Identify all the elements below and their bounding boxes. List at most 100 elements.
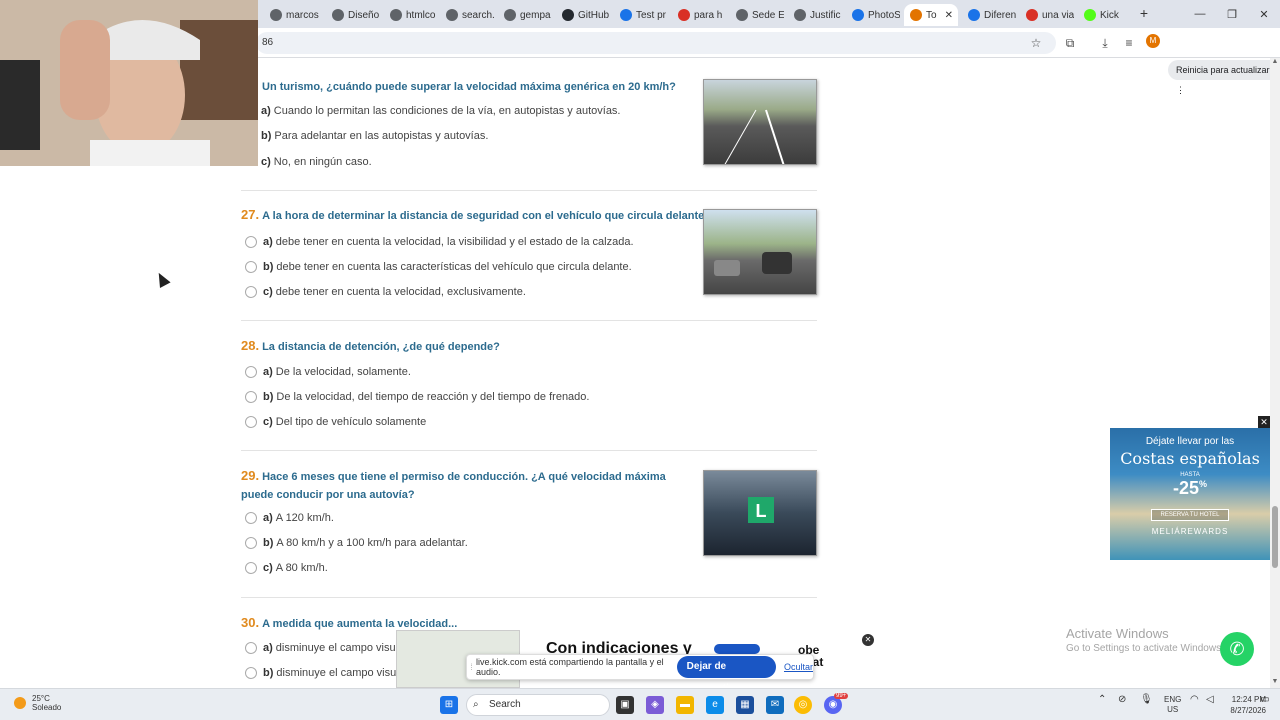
radio-button[interactable]: [245, 236, 257, 248]
whatsapp-icon[interactable]: ✆: [1220, 632, 1254, 666]
radio-button[interactable]: [245, 642, 257, 654]
notifications-icon[interactable]: ▭: [1260, 695, 1269, 705]
file-explorer-icon[interactable]: ▬: [676, 696, 694, 714]
option-letter: c): [263, 416, 273, 428]
radio-button[interactable]: [245, 667, 257, 679]
radio-button[interactable]: [245, 537, 257, 549]
browser-tab[interactable]: Sede El: [730, 4, 784, 26]
answer-option[interactable]: b) De la velocidad, del tiempo de reacció…: [241, 391, 589, 403]
banner-ad-button[interactable]: [714, 644, 760, 654]
side-ad[interactable]: Déjate llevar por las Costas españolas H…: [1110, 428, 1270, 560]
radio-button[interactable]: [245, 562, 257, 574]
mail-icon[interactable]: ✉: [766, 696, 784, 714]
question-text: Hace 6 meses que tiene el permiso de con…: [241, 471, 666, 501]
browser-tab[interactable]: search.: [440, 4, 494, 26]
chrome-icon[interactable]: ◎: [794, 696, 812, 714]
stop-sharing-button[interactable]: Dejar de compartir: [676, 656, 776, 694]
radio-button[interactable]: [245, 391, 257, 403]
option-letter: b): [263, 261, 274, 273]
answer-option[interactable]: a) debe tener en cuenta la velocidad, la …: [241, 236, 634, 248]
answer-option[interactable]: a) A 120 km/h.: [241, 512, 334, 524]
tray-expand-icon[interactable]: ⌃: [1098, 695, 1106, 705]
task-view-icon[interactable]: ▣: [616, 696, 634, 714]
answer-option[interactable]: a) De la velocidad, solamente.: [241, 366, 411, 378]
ad-close-icon[interactable]: ✕: [1258, 416, 1270, 428]
tab-favicon-icon: [910, 9, 922, 21]
scrollbar-thumb[interactable]: [1272, 506, 1278, 568]
maximize-button[interactable]: ❐: [1216, 0, 1248, 28]
answer-option[interactable]: c) A 80 km/h.: [241, 562, 328, 574]
edge-icon[interactable]: e: [706, 696, 724, 714]
answer-option[interactable]: b) debe tener en cuenta las característic…: [241, 261, 632, 273]
weather-widget[interactable]: 25°C Soleado: [14, 694, 61, 712]
window-controls: — ❐ ✕: [1184, 0, 1280, 28]
download-icon[interactable]: ⤓: [1096, 34, 1114, 52]
scroll-down-icon[interactable]: ▼: [1270, 678, 1280, 688]
copilot-icon[interactable]: ◈: [646, 696, 664, 714]
hide-button[interactable]: Ocultar: [784, 662, 813, 672]
volume-icon[interactable]: ◁: [1206, 695, 1214, 705]
scroll-up-icon[interactable]: ▲: [1270, 58, 1280, 68]
windows-start-icon[interactable]: ⊞: [440, 696, 458, 714]
browser-tab[interactable]: GitHub: [556, 4, 610, 26]
extensions-icon[interactable]: ⧉: [1061, 34, 1079, 52]
radio-button[interactable]: [245, 261, 257, 273]
watermark-subtitle: Go to Settings to activate Windows.: [1066, 643, 1224, 654]
close-tab-icon[interactable]: ✕: [945, 10, 953, 21]
answer-option[interactable]: b) Para adelantar en las autopistas y aut…: [261, 130, 488, 142]
wifi-icon[interactable]: ◠: [1190, 695, 1199, 705]
option-text: disminuye el campo visu: [276, 667, 397, 679]
microphone-icon[interactable]: 🎙: [1140, 695, 1153, 705]
answer-option[interactable]: a) disminuye el campo visu: [241, 642, 396, 654]
profile-avatar[interactable]: M: [1146, 34, 1160, 48]
minimize-button[interactable]: —: [1184, 0, 1216, 28]
tab-label: para h: [694, 9, 723, 21]
browser-tab[interactable]: To ✕: [904, 4, 958, 26]
question-number: 28.: [241, 338, 260, 353]
browser-tab[interactable]: para h: [672, 4, 726, 26]
ad-close-icon[interactable]: ✕: [862, 634, 874, 646]
radio-button[interactable]: [245, 286, 257, 298]
browser-tab[interactable]: gempa: [498, 4, 552, 26]
browser-tab[interactable]: Diseño: [326, 4, 380, 26]
browser-tab[interactable]: marcos: [264, 4, 322, 26]
option-letter: a): [263, 642, 273, 654]
browser-tab[interactable]: Diferen: [962, 4, 1016, 26]
taskbar-search[interactable]: ⌕ Search: [466, 694, 610, 716]
option-letter: a): [263, 236, 273, 248]
answer-option[interactable]: c) No, en ningún caso.: [261, 156, 372, 168]
page-scrollbar[interactable]: ▲ ▼: [1270, 58, 1280, 688]
webcam-overlay: [0, 0, 258, 166]
network-off-icon[interactable]: ⊘: [1118, 695, 1126, 705]
browser-tab[interactable]: PhotoS: [846, 4, 900, 26]
browser-tab[interactable]: Test pr: [614, 4, 668, 26]
radio-button[interactable]: [245, 416, 257, 428]
answer-option[interactable]: b) A 80 km/h y a 100 km/h para adelantar.: [241, 537, 468, 549]
bookmark-star-icon[interactable]: ☆: [1027, 34, 1045, 52]
new-tab-button[interactable]: +: [1136, 5, 1152, 21]
browser-tab[interactable]: una via: [1020, 4, 1074, 26]
drag-handle-icon[interactable]: ⁞: [467, 662, 476, 672]
browser-tab[interactable]: Kick: [1078, 4, 1130, 26]
answer-option[interactable]: c) Del tipo de vehículo solamente: [241, 416, 426, 428]
language-indicator[interactable]: ENG US: [1164, 695, 1181, 715]
clock[interactable]: 12:24 PM 8/27/2026: [1216, 694, 1266, 716]
browser-tab[interactable]: Justific: [788, 4, 842, 26]
reading-list-icon[interactable]: ≡: [1120, 34, 1138, 52]
question-image: L: [703, 470, 817, 556]
store-icon[interactable]: ▦: [736, 696, 754, 714]
radio-button[interactable]: [245, 512, 257, 524]
close-window-button[interactable]: ✕: [1248, 0, 1280, 28]
tab-label: marcos: [286, 9, 319, 21]
car-image-icon: [714, 252, 792, 276]
update-button[interactable]: Reinicia para actualizar ⋮: [1168, 60, 1280, 95]
ad-cta-button[interactable]: RESERVA TU HOTEL: [1151, 509, 1229, 521]
answer-option[interactable]: c) debe tener en cuenta la velocidad, exc…: [241, 286, 526, 298]
url-field[interactable]: 86: [256, 32, 1056, 54]
answer-option[interactable]: b) disminuye el campo visu: [241, 667, 396, 679]
option-text: De la velocidad, solamente.: [275, 366, 411, 378]
browser-tab[interactable]: htmlcol: [384, 4, 436, 26]
answer-option[interactable]: a) Cuando lo permitan las condiciones de …: [261, 105, 621, 117]
radio-button[interactable]: [245, 366, 257, 378]
tab-favicon-icon: [736, 9, 748, 21]
